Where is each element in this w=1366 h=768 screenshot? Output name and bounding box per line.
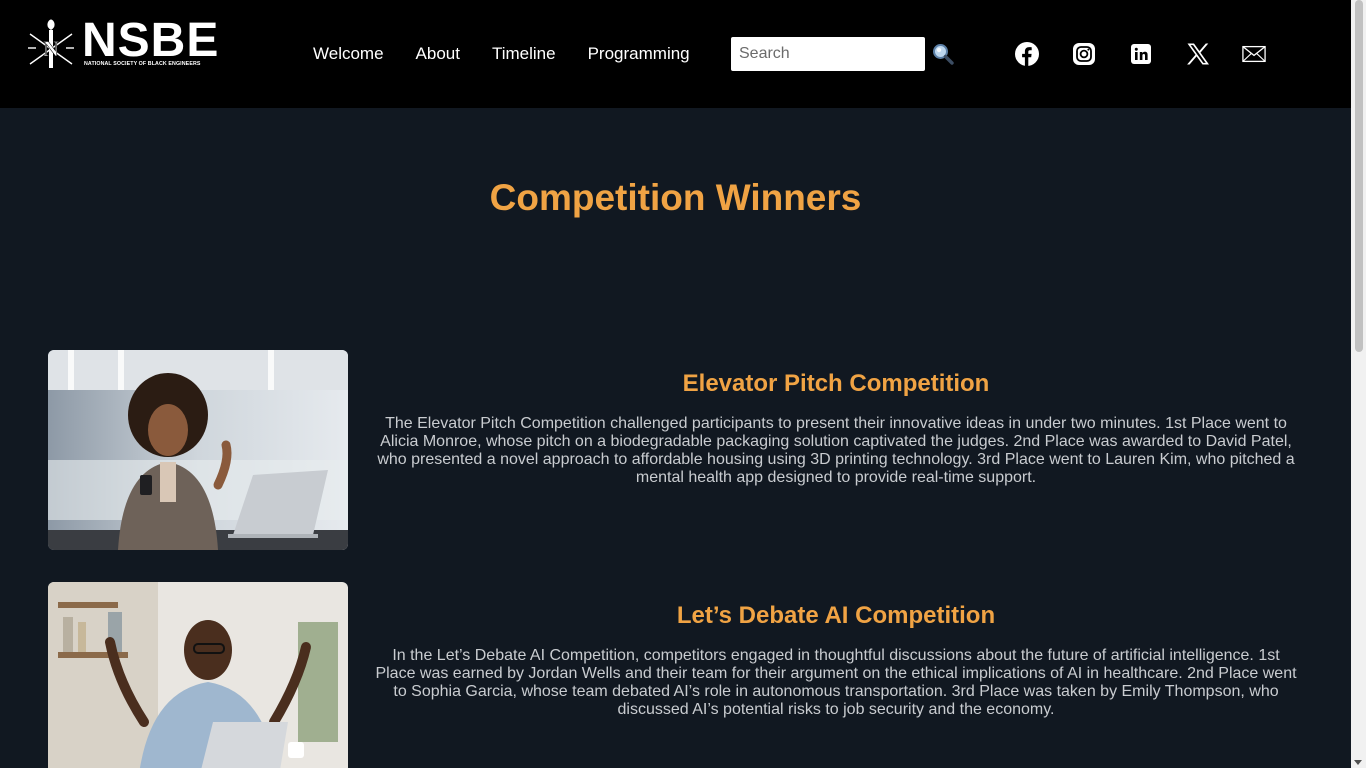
nav-programming[interactable]: Programming [588,44,690,64]
card-title: Let’s Debate AI Competition [676,602,996,629]
instagram-icon[interactable] [1072,42,1096,66]
card-title: Elevator Pitch Competition [682,370,990,397]
elevator-pitch-photo [48,350,348,550]
torch-emblem-icon: N [28,19,74,68]
vertical-scrollbar[interactable] [1351,0,1366,768]
search-input[interactable] [731,37,925,71]
x-icon[interactable] [1186,42,1210,66]
site-header: N NSBE NATIONAL SOCIETY OF BLACK ENGINEE… [0,0,1351,108]
nsbe-logo[interactable]: N NSBE NATIONAL SOCIETY OF BLACK ENGINEE… [26,14,218,72]
nav-welcome[interactable]: Welcome [313,44,384,64]
page: N NSBE NATIONAL SOCIETY OF BLACK ENGINEE… [0,0,1366,768]
nav-timeline[interactable]: Timeline [492,44,556,64]
brand-tagline: NATIONAL SOCIETY OF BLACK ENGINEERS [84,61,201,67]
magnifier-icon[interactable] [932,43,954,65]
debate-ai-photo [48,582,348,768]
linkedin-icon[interactable] [1129,42,1153,66]
main-nav: Welcome About Timeline Programming [313,44,722,64]
scroll-down-arrow-icon[interactable] [1354,760,1362,765]
elevator-pitch-card: Elevator Pitch Competition The Elevator … [366,369,1306,487]
brand-name: NSBE [82,14,220,67]
nav-about[interactable]: About [416,44,460,64]
facebook-icon[interactable] [1015,42,1039,66]
page-title: Competition Winners [489,177,862,218]
card-text: The Elevator Pitch Competition challenge… [377,415,1295,486]
emblem-letter: N [43,36,59,61]
card-text: In the Let’s Debate AI Competition, comp… [375,647,1297,718]
debate-ai-card: Let’s Debate AI Competition In the Let’s… [366,601,1306,719]
scrollbar-thumb[interactable] [1355,0,1363,352]
mail-icon[interactable] [1242,42,1266,66]
